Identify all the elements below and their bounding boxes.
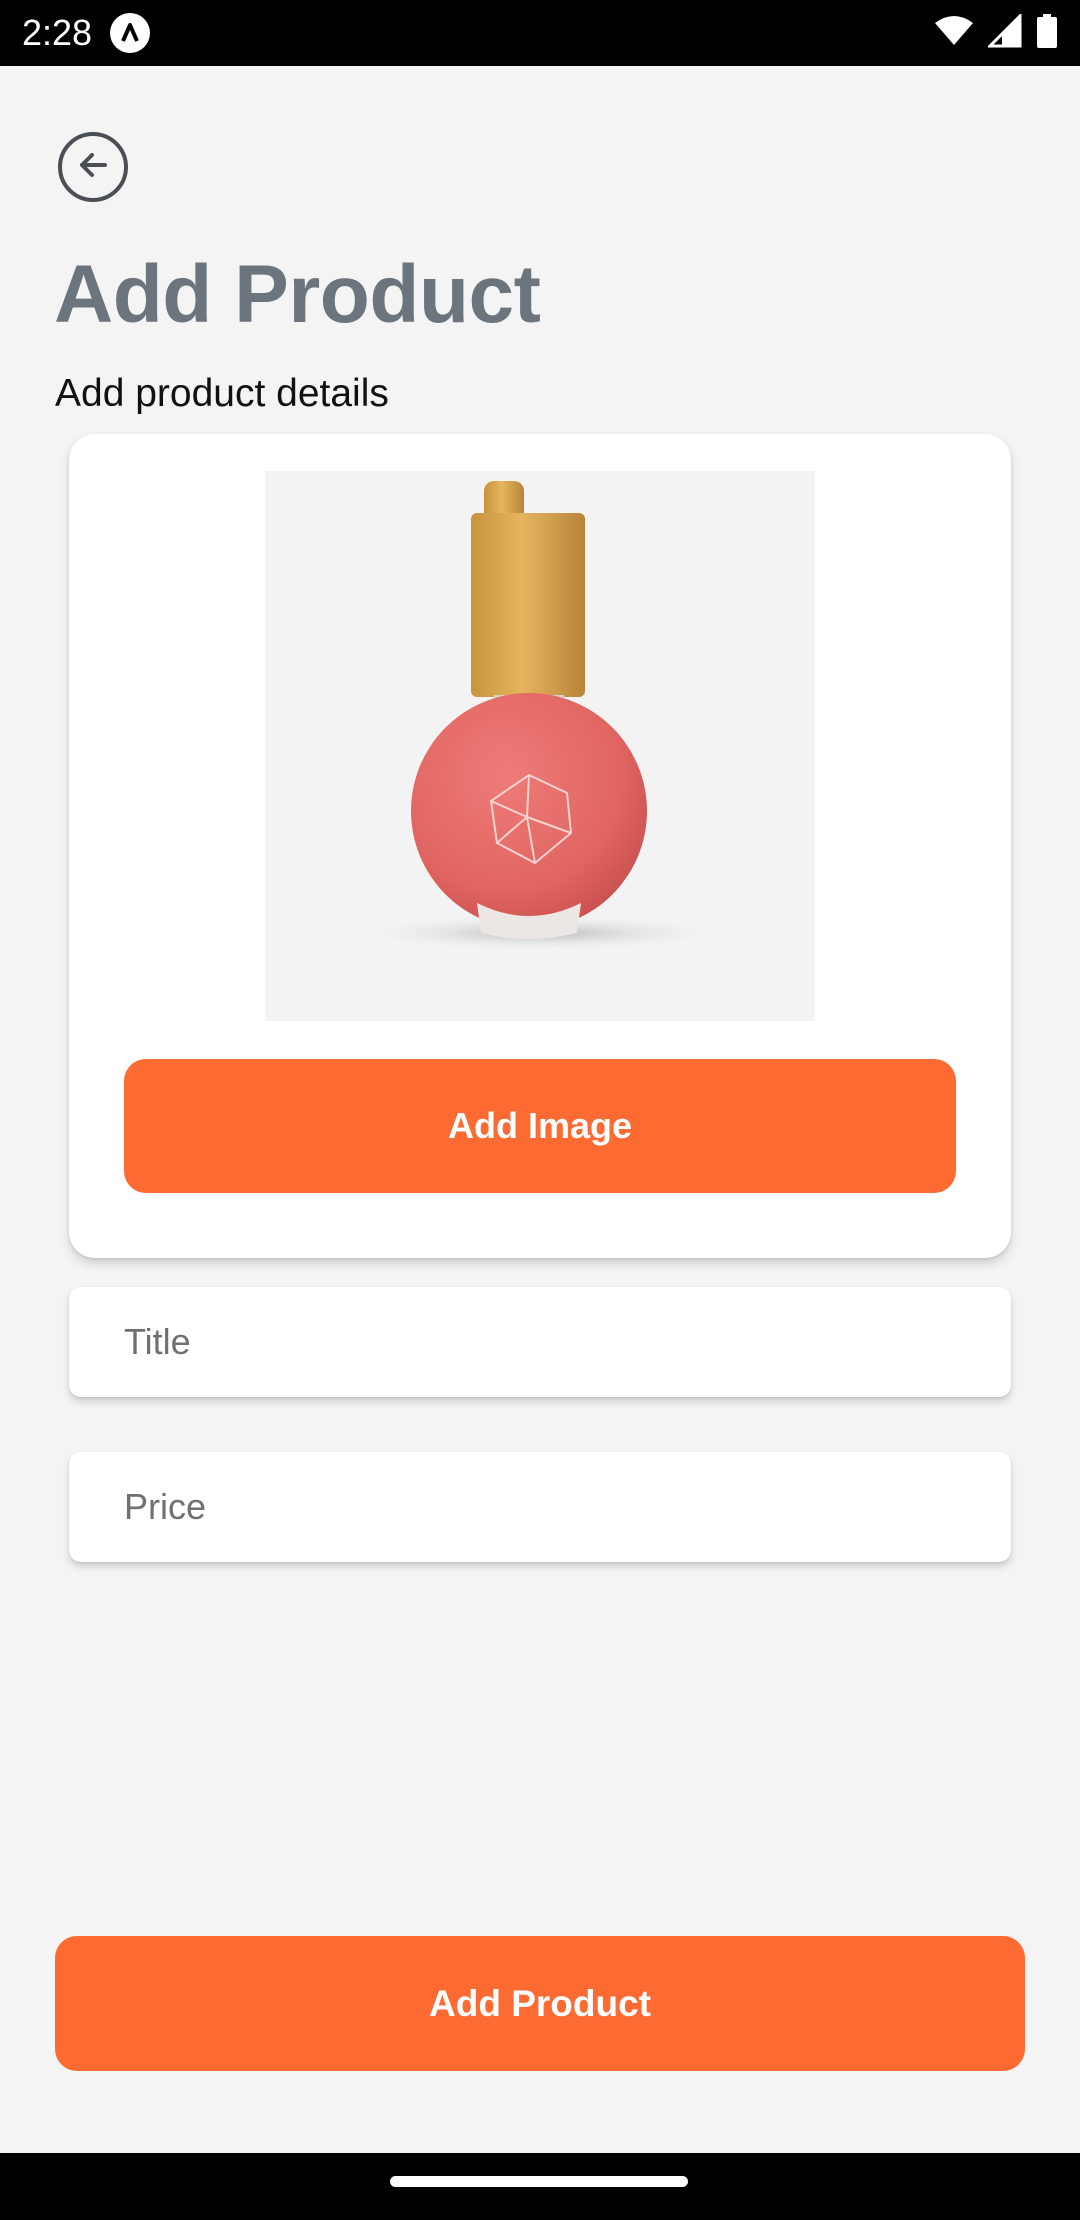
- status-bar: 2:28: [0, 0, 1080, 66]
- home-handle[interactable]: [390, 2176, 688, 2187]
- app-notification-icon: [110, 13, 151, 53]
- page-title: Add Product: [54, 249, 541, 340]
- cell-signal-icon: [986, 11, 1022, 53]
- arrow-left-icon: [73, 145, 113, 190]
- back-button[interactable]: [58, 132, 128, 202]
- product-image[interactable]: [265, 471, 815, 1021]
- page-subtitle: Add product details: [55, 372, 389, 415]
- status-right: [934, 11, 1058, 53]
- status-time: 2:28: [22, 12, 93, 53]
- price-field[interactable]: Price: [69, 1452, 1011, 1562]
- status-left: 2:28: [22, 12, 151, 54]
- title-field[interactable]: Title: [69, 1287, 1011, 1397]
- wifi-icon: [934, 15, 974, 52]
- add-product-button[interactable]: Add Product: [55, 1936, 1025, 2071]
- battery-icon: [1036, 13, 1058, 53]
- add-image-button[interactable]: Add Image: [124, 1059, 956, 1193]
- image-card: Add Image: [69, 434, 1011, 1258]
